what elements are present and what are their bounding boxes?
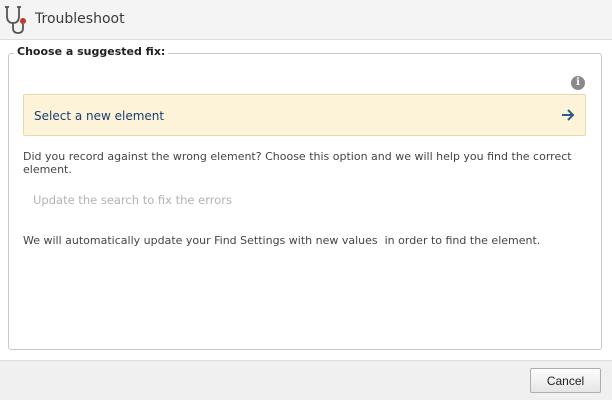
fix-option-label: Select a new element (34, 109, 165, 123)
select-new-element-option[interactable]: Select a new element (23, 94, 586, 136)
title-bar: Troubleshoot (0, 0, 612, 40)
arrow-right-icon (562, 109, 575, 121)
window-title: Troubleshoot (35, 11, 125, 27)
footer-bar (0, 360, 612, 400)
option-description: Did you record against the wrong element… (23, 150, 572, 176)
stethoscope-icon (5, 6, 26, 34)
find-settings-note: We will automatically update your Find S… (23, 234, 541, 247)
info-icon[interactable]: i (571, 76, 585, 90)
panel-legend: Choose a suggested fix: (14, 45, 169, 58)
cancel-button[interactable]: Cancel (530, 368, 601, 393)
update-search-option: Update the search to fix the errors (33, 193, 232, 207)
